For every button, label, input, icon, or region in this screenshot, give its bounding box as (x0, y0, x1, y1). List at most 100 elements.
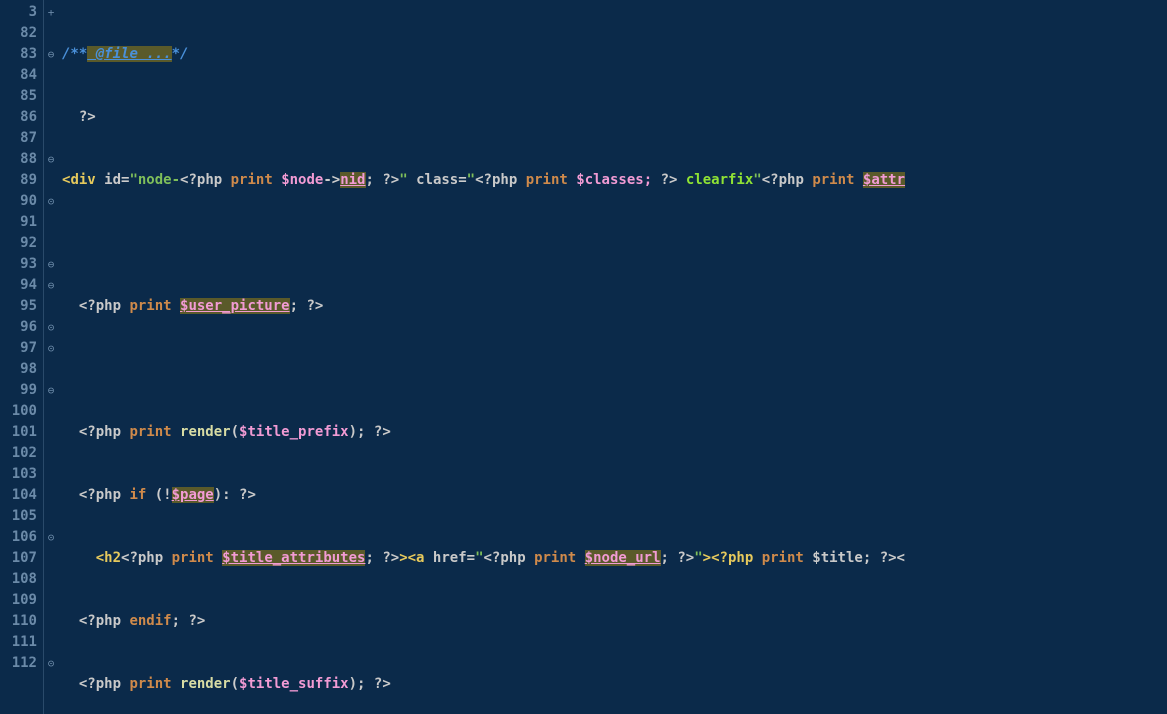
code-editor[interactable]: 3828384858687888990919293949596979899100… (0, 0, 1167, 714)
code-line[interactable]: <?php print $user_picture; ?> (62, 296, 1167, 317)
php-close: ; ?> (290, 298, 324, 314)
fold-marker[interactable]: ⊖ (44, 44, 58, 65)
class-name: clearfix (686, 172, 753, 188)
fold-marker[interactable]: ⊖ (44, 275, 58, 296)
code-line[interactable] (62, 359, 1167, 380)
line-number[interactable]: 82 (6, 23, 37, 44)
keyword: print (762, 550, 813, 566)
punct: ( (231, 676, 239, 692)
line-number[interactable]: 110 (6, 611, 37, 632)
string: " (753, 172, 761, 188)
line-number[interactable]: 86 (6, 107, 37, 128)
attr: class (408, 172, 459, 188)
line-number-gutter[interactable]: 3828384858687888990919293949596979899100… (0, 0, 44, 714)
fold-marker (44, 422, 58, 443)
php-close: ?> (62, 109, 96, 125)
code-line[interactable]: <?php print render($title_suffix); ?> (62, 674, 1167, 695)
code-line[interactable]: <?php if (!$page): ?> (62, 485, 1167, 506)
line-number[interactable]: 108 (6, 569, 37, 590)
line-number[interactable]: 101 (6, 422, 37, 443)
php-close: ): ?> (214, 487, 256, 503)
code-line[interactable]: <?php endif; ?> (62, 611, 1167, 632)
fold-marker[interactable]: + (44, 2, 58, 23)
function: render (180, 676, 231, 692)
php-open: <?php (62, 676, 129, 692)
line-number[interactable]: 102 (6, 443, 37, 464)
code-line[interactable]: <?php print render($title_prefix); ?> (62, 422, 1167, 443)
variable: $node_url (585, 550, 661, 566)
line-number[interactable]: 103 (6, 464, 37, 485)
fold-marker[interactable]: ⊝ (44, 653, 58, 674)
line-number[interactable]: 88 (6, 149, 37, 170)
fold-marker[interactable]: ⊝ (44, 527, 58, 548)
keyword: print (534, 550, 585, 566)
fold-marker (44, 107, 58, 128)
line-number[interactable]: 93 (6, 254, 37, 275)
php-open: <?php (762, 172, 813, 188)
fold-marker (44, 296, 58, 317)
php-open: <?php (62, 298, 129, 314)
line-number[interactable]: 96 (6, 317, 37, 338)
line-number[interactable]: 100 (6, 401, 37, 422)
keyword: if (129, 487, 154, 503)
line-number[interactable]: 98 (6, 359, 37, 380)
code-line[interactable] (62, 233, 1167, 254)
line-number[interactable]: 106 (6, 527, 37, 548)
fold-marker (44, 170, 58, 191)
keyword: endif (129, 613, 171, 629)
php-open: <?php (62, 487, 129, 503)
fold-marker[interactable]: ⊖ (44, 254, 58, 275)
line-number[interactable]: 97 (6, 338, 37, 359)
code-line[interactable]: <h2<?php print $title_attributes; ?>><a … (62, 548, 1167, 569)
fold-marker[interactable]: ⊝ (44, 338, 58, 359)
code-line[interactable]: /** @file ...*/ (62, 44, 1167, 65)
line-number[interactable]: 111 (6, 632, 37, 653)
property: nid (340, 172, 365, 188)
line-number[interactable]: 112 (6, 653, 37, 674)
php-close: ; ?> (365, 550, 399, 566)
line-number[interactable]: 99 (6, 380, 37, 401)
attr: href (433, 550, 467, 566)
line-number[interactable]: 94 (6, 275, 37, 296)
variable: $attr (863, 172, 905, 188)
line-number[interactable]: 84 (6, 65, 37, 86)
fold-marker[interactable]: ⊝ (44, 317, 58, 338)
comment-start: /** (62, 46, 87, 62)
line-number[interactable]: 95 (6, 296, 37, 317)
fold-marker (44, 401, 58, 422)
php-open: <?php (62, 424, 129, 440)
punct: = (458, 172, 466, 188)
code-area[interactable]: /** @file ...*/ ?> <div id="node-<?php p… (58, 0, 1167, 714)
fold-marker (44, 548, 58, 569)
line-number[interactable]: 109 (6, 590, 37, 611)
punct: (! (155, 487, 172, 503)
fold-marker[interactable]: ⊖ (44, 149, 58, 170)
line-number[interactable]: 105 (6, 506, 37, 527)
line-number[interactable]: 91 (6, 212, 37, 233)
fold-marker (44, 233, 58, 254)
line-number[interactable]: 83 (6, 44, 37, 65)
php-close: ; ?> (366, 172, 400, 188)
string: " (467, 172, 475, 188)
php-close: ; ?> (661, 550, 695, 566)
variable: $title_attributes (222, 550, 365, 566)
tag: >< (399, 550, 416, 566)
string (677, 172, 685, 188)
fold-marker[interactable]: ⊖ (44, 380, 58, 401)
line-number[interactable]: 87 (6, 128, 37, 149)
line-number[interactable]: 3 (6, 2, 37, 23)
fold-column[interactable]: +⊖⊖⊝⊖⊖⊝⊝⊖⊝⊝ (44, 0, 58, 714)
variable: $user_picture (180, 298, 290, 314)
variable: $node (281, 172, 323, 188)
code-line[interactable]: <div id="node-<?php print $node->nid; ?>… (62, 170, 1167, 191)
line-number[interactable]: 107 (6, 548, 37, 569)
line-number[interactable]: 104 (6, 485, 37, 506)
code-line[interactable]: ?> (62, 107, 1167, 128)
fold-marker[interactable]: ⊝ (44, 191, 58, 212)
line-number[interactable]: 92 (6, 233, 37, 254)
fold-marker (44, 464, 58, 485)
php-close: ); ?> (349, 676, 391, 692)
line-number[interactable]: 90 (6, 191, 37, 212)
line-number[interactable]: 89 (6, 170, 37, 191)
line-number[interactable]: 85 (6, 86, 37, 107)
